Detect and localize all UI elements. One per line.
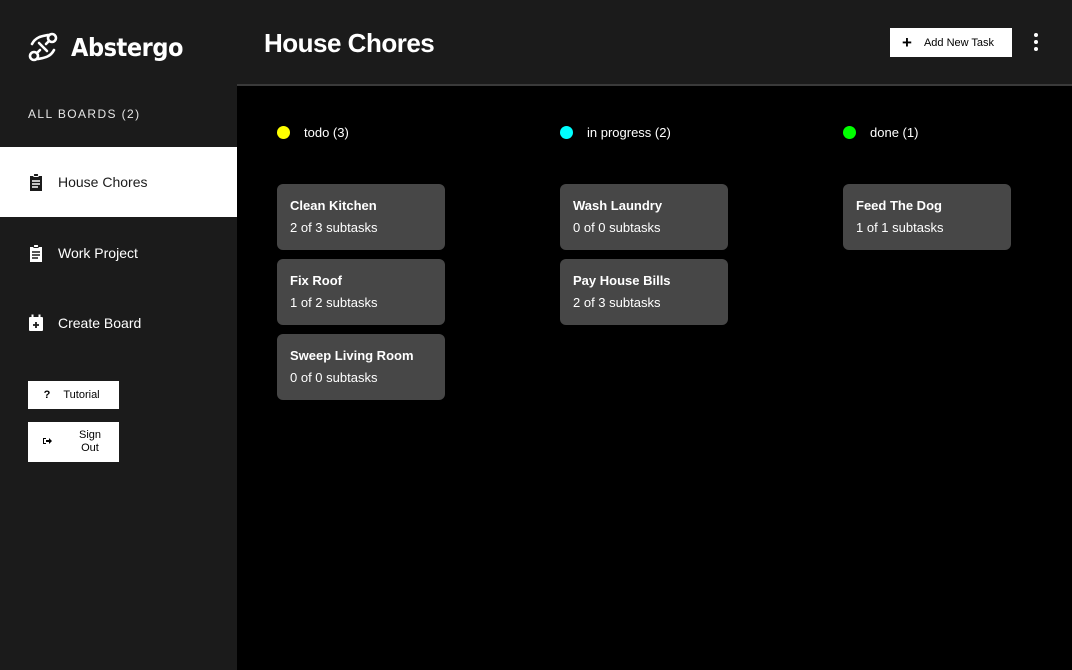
column-todo: todo (3) Clean Kitchen 2 of 3 subtasks F…: [277, 122, 447, 400]
status-dot-icon: [277, 125, 290, 139]
clipboard-icon: [28, 173, 44, 191]
task-subtasks: 0 of 0 subtasks: [573, 220, 661, 235]
sidebar-item-house-chores[interactable]: House Chores: [0, 147, 237, 217]
column-in-progress: in progress (2) Wash Laundry 0 of 0 subt…: [560, 122, 730, 325]
task-subtasks: 2 of 3 subtasks: [573, 295, 661, 310]
task-subtasks: 0 of 0 subtasks: [290, 370, 378, 385]
sign-out-icon: [42, 436, 52, 449]
task-title: Clean Kitchen: [290, 198, 377, 213]
task-title: Pay House Bills: [573, 273, 671, 288]
all-boards-heading: ALL BOARDS (2): [28, 107, 141, 121]
task-subtasks: 2 of 3 subtasks: [290, 220, 378, 235]
task-card[interactable]: Feed The Dog 1 of 1 subtasks: [843, 184, 1011, 250]
column-header: done (1): [843, 122, 1013, 142]
status-dot-icon: [560, 125, 573, 139]
tutorial-button[interactable]: ? Tutorial: [28, 381, 119, 409]
task-subtasks: 1 of 1 subtasks: [856, 220, 944, 235]
status-dot-icon: [843, 125, 856, 139]
plus-icon: +: [902, 33, 912, 52]
sign-out-button[interactable]: Sign Out: [28, 422, 119, 462]
column-header: todo (3): [277, 122, 447, 142]
add-task-label: Add New Task: [923, 36, 995, 49]
more-options-icon[interactable]: [1034, 33, 1038, 51]
column-label: done (1): [870, 124, 919, 140]
sidebar-item-work-project[interactable]: Work Project: [0, 218, 237, 288]
calendar-plus-icon: [28, 314, 44, 332]
sidebar: Abstergo ALL BOARDS (2) House Chores Wor…: [0, 0, 237, 670]
column-label: todo (3): [304, 124, 349, 140]
task-card[interactable]: Clean Kitchen 2 of 3 subtasks: [277, 184, 445, 250]
tutorial-label: Tutorial: [63, 388, 100, 401]
task-card[interactable]: Pay House Bills 2 of 3 subtasks: [560, 259, 728, 325]
sidebar-item-label: House Chores: [58, 174, 148, 190]
task-title: Fix Roof: [290, 273, 342, 288]
question-icon: ?: [43, 389, 51, 401]
sign-out-label: Sign Out: [78, 429, 102, 454]
task-card[interactable]: Wash Laundry 0 of 0 subtasks: [560, 184, 728, 250]
sidebar-item-label: Create Board: [58, 315, 142, 331]
add-new-task-button[interactable]: + Add New Task: [890, 28, 1012, 57]
logo-icon: [28, 32, 58, 62]
task-card[interactable]: Fix Roof 1 of 2 subtasks: [277, 259, 445, 325]
brand-logo[interactable]: Abstergo: [28, 30, 195, 64]
sidebar-item-label: Work Project: [58, 245, 138, 261]
board-header: House Chores + Add New Task: [237, 0, 1072, 86]
task-title: Wash Laundry: [573, 198, 663, 213]
column-label: in progress (2): [587, 124, 671, 140]
page-title: House Chores: [264, 28, 435, 58]
sidebar-item-create-board[interactable]: Create Board: [0, 288, 237, 358]
column-header: in progress (2): [560, 122, 730, 142]
brand-name: Abstergo: [71, 32, 183, 62]
task-subtasks: 1 of 2 subtasks: [290, 295, 378, 310]
clipboard-icon: [28, 244, 44, 262]
column-done: done (1) Feed The Dog 1 of 1 subtasks: [843, 122, 1013, 250]
task-card[interactable]: Sweep Living Room 0 of 0 subtasks: [277, 334, 445, 400]
task-title: Sweep Living Room: [290, 348, 414, 363]
task-title: Feed The Dog: [856, 198, 942, 213]
